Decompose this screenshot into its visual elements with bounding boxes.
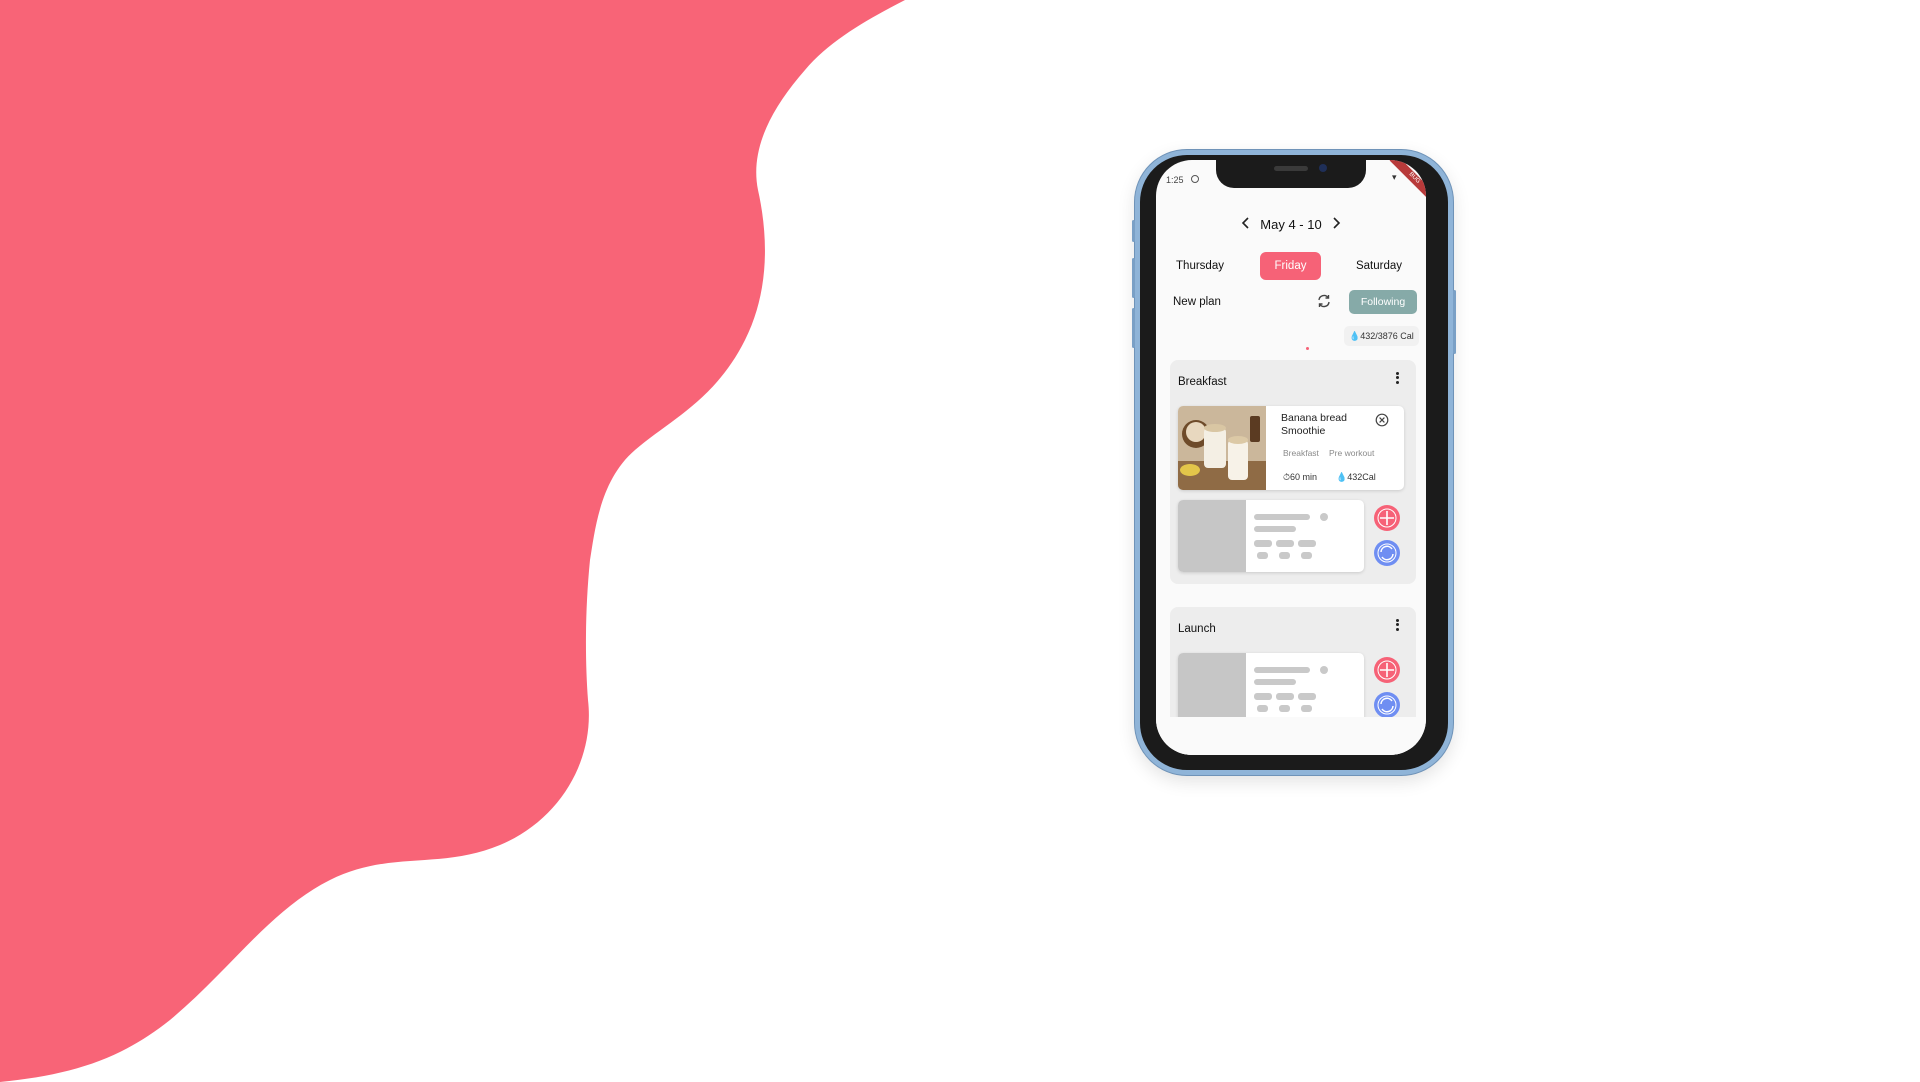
status-time: 1:25: [1166, 175, 1184, 185]
wifi-icon: ▾: [1392, 172, 1397, 182]
placeholder-chip: [1298, 540, 1316, 547]
tab-thursday[interactable]: Thursday: [1168, 252, 1232, 280]
more-vert-icon[interactable]: [1392, 370, 1402, 386]
side-button: [1132, 220, 1135, 242]
add-recipe-button[interactable]: [1374, 657, 1400, 683]
placeholder-chip: [1257, 552, 1268, 559]
add-recipe-button[interactable]: [1374, 505, 1400, 531]
flame-icon: 💧: [1349, 331, 1361, 341]
swap-recipe-button[interactable]: [1374, 692, 1400, 718]
day-tabs: Thursday Friday Saturday: [1156, 252, 1426, 280]
placeholder-chip: [1254, 693, 1272, 700]
placeholder-chip: [1257, 705, 1268, 712]
placeholder-chip: [1276, 693, 1294, 700]
placeholder-chip: [1301, 552, 1312, 559]
phone-notch: [1216, 160, 1366, 188]
week-navigator: May 4 - 10: [1156, 216, 1426, 232]
placeholder-chip: [1301, 705, 1312, 712]
placeholder-line: [1254, 526, 1296, 532]
close-circle-icon[interactable]: [1375, 413, 1389, 427]
speaker-grille: [1274, 166, 1308, 171]
recipe-tag: Pre workout: [1329, 448, 1375, 458]
chevron-right-icon[interactable]: [1329, 216, 1343, 232]
power-button: [1453, 290, 1456, 354]
placeholder-chip: [1254, 540, 1272, 547]
meal-title: Breakfast: [1178, 376, 1227, 388]
following-button[interactable]: Following: [1349, 290, 1417, 314]
background-blob: [0, 0, 905, 1082]
clock-icon: ⏱: [1283, 472, 1291, 482]
app-screen: 1:25 ▾ BUG May 4 - 10 Thursday Friday Sa…: [1156, 160, 1426, 755]
placeholder-chip: [1279, 705, 1290, 712]
recipe-image: [1178, 406, 1266, 490]
week-range: May 4 - 10: [1260, 217, 1322, 232]
recipe-name: Banana bread Smoothie: [1281, 412, 1347, 437]
placeholder-line: [1254, 514, 1310, 520]
placeholder-card: [1178, 500, 1364, 572]
volume-down-button: [1132, 308, 1135, 348]
chevron-left-icon[interactable]: [1239, 216, 1253, 232]
volume-up-button: [1132, 258, 1135, 298]
calorie-total: 432/3876 Cal: [1360, 331, 1414, 341]
front-camera: [1319, 164, 1327, 172]
placeholder-image: [1178, 653, 1246, 725]
refresh-icon: [1377, 695, 1397, 715]
meal-title: Launch: [1178, 623, 1216, 635]
meal-card-breakfast: Breakfast Banana bread Smoothie Breakfas…: [1170, 360, 1416, 584]
flame-icon: 💧: [1336, 472, 1348, 482]
placeholder-line: [1254, 679, 1296, 685]
placeholder-chip: [1298, 693, 1316, 700]
bottom-safe-area: [1156, 717, 1426, 755]
calorie-badge: 💧432/3876 Cal: [1344, 326, 1419, 346]
placeholder-chip: [1279, 552, 1290, 559]
more-vert-icon[interactable]: [1392, 617, 1402, 633]
tab-saturday[interactable]: Saturday: [1348, 252, 1410, 280]
tab-friday[interactable]: Friday: [1260, 252, 1321, 280]
sync-icon[interactable]: [1316, 293, 1332, 309]
recipe-calories: 💧432Cal: [1336, 472, 1376, 482]
recipe-card[interactable]: Banana bread Smoothie Breakfast Pre work…: [1178, 406, 1404, 490]
placeholder-line: [1254, 667, 1310, 673]
placeholder-image: [1178, 500, 1246, 572]
plus-icon: [1377, 508, 1397, 528]
placeholder-card: [1178, 653, 1364, 725]
recipe-time: ⏱60 min: [1283, 472, 1318, 482]
status-indicator-icon: [1191, 175, 1199, 183]
swap-recipe-button[interactable]: [1374, 540, 1400, 566]
placeholder-dot: [1320, 666, 1328, 674]
placeholder-chip: [1276, 540, 1294, 547]
placeholder-dot: [1320, 513, 1328, 521]
plus-icon: [1377, 660, 1397, 680]
recipe-tag: Breakfast: [1283, 448, 1319, 458]
plan-label: New plan: [1173, 296, 1221, 308]
refresh-icon: [1377, 543, 1397, 563]
indicator-dot: [1306, 347, 1309, 350]
